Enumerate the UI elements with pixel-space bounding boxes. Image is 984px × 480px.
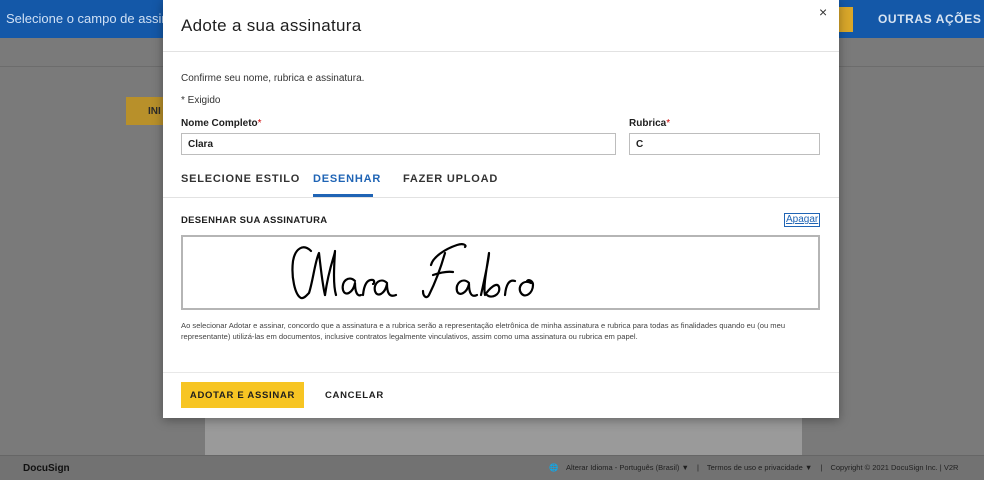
globe-icon: 🌐: [549, 463, 559, 472]
footer-divider: [163, 372, 839, 373]
required-note: * Exigido: [181, 95, 221, 106]
page-footer: DocuSign 🌐 Alterar Idioma - Português (B…: [0, 455, 984, 480]
erase-link[interactable]: Apagar: [784, 213, 821, 227]
terms-link[interactable]: Termos de uso e privacidade ▼: [707, 463, 812, 472]
full-name-label-text: Nome Completo: [181, 118, 258, 129]
tab-select-style[interactable]: SELECIONE ESTILO: [181, 173, 300, 185]
close-icon[interactable]: ×: [819, 4, 827, 20]
intro-text: Confirme seu nome, rubrica e assinatura.: [181, 73, 365, 84]
title-divider: [163, 51, 839, 52]
required-star: *: [666, 118, 671, 129]
full-name-field[interactable]: [181, 133, 616, 155]
dialog-title: Adote a sua assinatura: [181, 16, 362, 35]
initials-field[interactable]: [629, 133, 820, 155]
required-star: *: [257, 118, 262, 129]
draw-section-label: DESENHAR SUA ASSINATURA: [181, 215, 328, 226]
cancel-button[interactable]: CANCELAR: [313, 382, 396, 408]
adopt-and-sign-button[interactable]: ADOTAR E ASSINAR: [181, 382, 304, 408]
footer-divider: |: [697, 463, 699, 472]
other-actions-menu[interactable]: OUTRAS AÇÕES ▾: [878, 12, 984, 26]
language-selector[interactable]: Alterar Idioma - Português (Brasil) ▼: [566, 463, 689, 472]
full-name-label: Nome Completo*: [181, 118, 262, 129]
initials-label: Rubrica*: [629, 118, 670, 129]
docusign-logo: DocuSign: [23, 463, 70, 474]
signature-drawing-pad[interactable]: [181, 235, 820, 310]
adopt-signature-dialog: Adote a sua assinatura × Confirme seu no…: [163, 0, 839, 418]
tabs-divider: [163, 197, 839, 198]
drawn-signature: [291, 243, 535, 300]
start-button[interactable]: INI: [126, 97, 166, 125]
initials-label-text: Rubrica: [629, 118, 667, 129]
copyright-text: Copyright © 2021 DocuSign Inc. | V2R: [830, 463, 959, 472]
document-page: [205, 417, 802, 457]
tab-draw[interactable]: DESENHAR: [313, 173, 381, 185]
legal-disclaimer: Ao selecionar Adotar e assinar, concordo…: [181, 321, 786, 341]
footer-links: 🌐 Alterar Idioma - Português (Brasil) ▼ …: [549, 463, 964, 472]
tab-upload[interactable]: FAZER UPLOAD: [403, 173, 498, 185]
footer-divider: |: [820, 463, 823, 472]
